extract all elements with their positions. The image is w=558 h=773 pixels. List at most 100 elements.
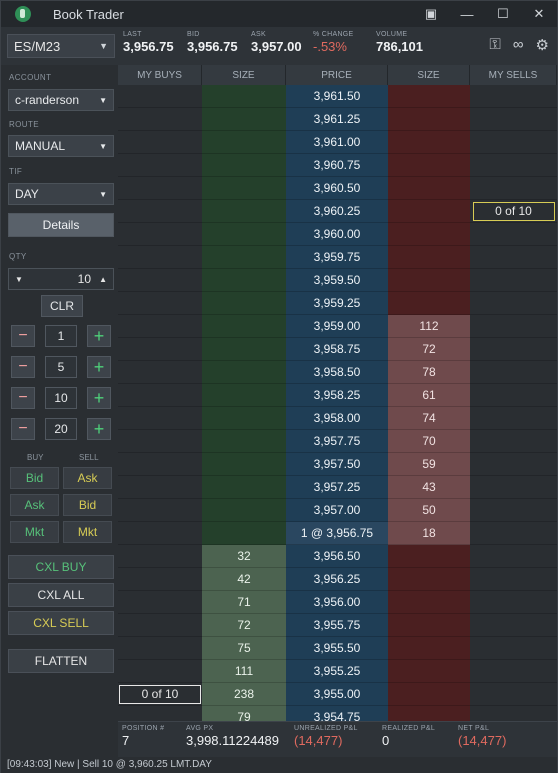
- ask-size-cell[interactable]: [388, 154, 470, 177]
- minimize-icon[interactable]: —: [449, 1, 485, 27]
- bid-size-cell[interactable]: [202, 338, 286, 361]
- ask-size-cell[interactable]: [388, 108, 470, 131]
- step-value[interactable]: 20: [45, 418, 77, 440]
- my-buys-cell[interactable]: [118, 637, 202, 660]
- ask-size-cell[interactable]: [388, 292, 470, 315]
- my-buys-cell[interactable]: [118, 499, 202, 522]
- my-buys-cell[interactable]: [118, 338, 202, 361]
- bid-size-cell[interactable]: 32: [202, 545, 286, 568]
- ask-size-cell[interactable]: [388, 269, 470, 292]
- step-value[interactable]: 5: [45, 356, 77, 378]
- my-sells-cell[interactable]: [470, 660, 557, 683]
- price-cell[interactable]: 3,957.75: [286, 430, 388, 453]
- my-sells-cell[interactable]: [470, 246, 557, 269]
- ask-size-cell[interactable]: [388, 660, 470, 683]
- price-cell[interactable]: 3,955.25: [286, 660, 388, 683]
- gear-icon[interactable]: ⚙: [536, 36, 549, 54]
- my-sells-cell[interactable]: [470, 568, 557, 591]
- bid-size-cell[interactable]: [202, 430, 286, 453]
- price-cell[interactable]: 3,960.00: [286, 223, 388, 246]
- price-cell[interactable]: 3,955.75: [286, 614, 388, 637]
- bid-size-cell[interactable]: [202, 476, 286, 499]
- my-sells-cell[interactable]: [470, 407, 557, 430]
- working-sell-order[interactable]: 0 of 10: [472, 201, 555, 221]
- buy-bid-button[interactable]: Bid: [10, 467, 59, 489]
- price-cell[interactable]: 3,959.00: [286, 315, 388, 338]
- bid-size-cell[interactable]: 238: [202, 683, 286, 706]
- my-sells-cell[interactable]: [470, 108, 557, 131]
- my-buys-cell[interactable]: [118, 591, 202, 614]
- bid-size-cell[interactable]: [202, 407, 286, 430]
- bid-size-cell[interactable]: [202, 269, 286, 292]
- price-cell[interactable]: 3,956.50: [286, 545, 388, 568]
- price-cell[interactable]: 3,960.50: [286, 177, 388, 200]
- ask-size-cell[interactable]: [388, 131, 470, 154]
- bid-size-cell[interactable]: [202, 384, 286, 407]
- my-buys-cell[interactable]: [118, 85, 202, 108]
- price-cell[interactable]: 3,959.25: [286, 292, 388, 315]
- my-buys-cell[interactable]: [118, 407, 202, 430]
- ask-size-cell[interactable]: 70: [388, 430, 470, 453]
- my-buys-cell[interactable]: [118, 315, 202, 338]
- ask-size-cell[interactable]: 43: [388, 476, 470, 499]
- my-sells-cell[interactable]: [470, 223, 557, 246]
- my-sells-cell[interactable]: [470, 361, 557, 384]
- my-sells-cell[interactable]: [470, 338, 557, 361]
- my-sells-cell[interactable]: [470, 315, 557, 338]
- price-cell[interactable]: 3,958.50: [286, 361, 388, 384]
- link-icon[interactable]: ∞: [513, 36, 524, 54]
- my-buys-cell[interactable]: [118, 292, 202, 315]
- working-buy-order[interactable]: 0 of 10: [119, 684, 201, 704]
- tif-select[interactable]: DAY ▼: [8, 183, 114, 205]
- cancel-sell-button[interactable]: CXL SELL: [8, 611, 114, 635]
- sell-bid-button[interactable]: Bid: [63, 494, 112, 516]
- price-cell[interactable]: 3,956.00: [286, 591, 388, 614]
- my-sells-cell[interactable]: [470, 476, 557, 499]
- ask-size-cell[interactable]: [388, 177, 470, 200]
- minus-1-button[interactable]: −: [11, 325, 35, 347]
- plus-20-button[interactable]: +: [87, 418, 111, 440]
- ask-size-cell[interactable]: [388, 545, 470, 568]
- ask-size-cell[interactable]: [388, 637, 470, 660]
- my-sells-cell[interactable]: [470, 637, 557, 660]
- price-cell[interactable]: 3,961.25: [286, 108, 388, 131]
- price-cell[interactable]: 3,957.25: [286, 476, 388, 499]
- bid-size-cell[interactable]: [202, 131, 286, 154]
- price-cell[interactable]: 3,955.00: [286, 683, 388, 706]
- key-icon[interactable]: ⚿: [489, 36, 500, 54]
- price-cell[interactable]: 3,960.75: [286, 154, 388, 177]
- my-buys-cell[interactable]: [118, 614, 202, 637]
- ask-size-cell[interactable]: [388, 683, 470, 706]
- ask-size-cell[interactable]: 72: [388, 338, 470, 361]
- price-cell[interactable]: 3,960.25: [286, 200, 388, 223]
- bid-size-cell[interactable]: [202, 246, 286, 269]
- minus-20-button[interactable]: −: [11, 418, 35, 440]
- ask-size-cell[interactable]: 50: [388, 499, 470, 522]
- my-sells-cell[interactable]: [470, 85, 557, 108]
- price-cell[interactable]: 3,957.50: [286, 453, 388, 476]
- restore-icon[interactable]: ▣: [413, 1, 449, 27]
- my-buys-cell[interactable]: [118, 177, 202, 200]
- bid-size-cell[interactable]: [202, 499, 286, 522]
- my-sells-cell[interactable]: [470, 154, 557, 177]
- my-buys-cell[interactable]: [118, 384, 202, 407]
- price-cell[interactable]: 3,958.00: [286, 407, 388, 430]
- minus-5-button[interactable]: −: [11, 356, 35, 378]
- price-cell[interactable]: 3,961.00: [286, 131, 388, 154]
- ask-size-cell[interactable]: [388, 591, 470, 614]
- bid-size-cell[interactable]: [202, 154, 286, 177]
- price-cell[interactable]: 3,959.75: [286, 246, 388, 269]
- my-buys-cell[interactable]: [118, 131, 202, 154]
- minus-10-button[interactable]: −: [11, 387, 35, 409]
- my-sells-cell[interactable]: [470, 683, 557, 706]
- bid-size-cell[interactable]: [202, 223, 286, 246]
- price-cell[interactable]: 3,957.00: [286, 499, 388, 522]
- plus-10-button[interactable]: +: [87, 387, 111, 409]
- step-value[interactable]: 1: [45, 325, 77, 347]
- route-select[interactable]: MANUAL ▼: [8, 135, 114, 157]
- ask-size-cell[interactable]: 74: [388, 407, 470, 430]
- my-sells-cell[interactable]: [470, 522, 557, 545]
- bid-size-cell[interactable]: [202, 522, 286, 545]
- clear-qty-button[interactable]: CLR: [41, 295, 83, 317]
- price-cell[interactable]: 3,956.25: [286, 568, 388, 591]
